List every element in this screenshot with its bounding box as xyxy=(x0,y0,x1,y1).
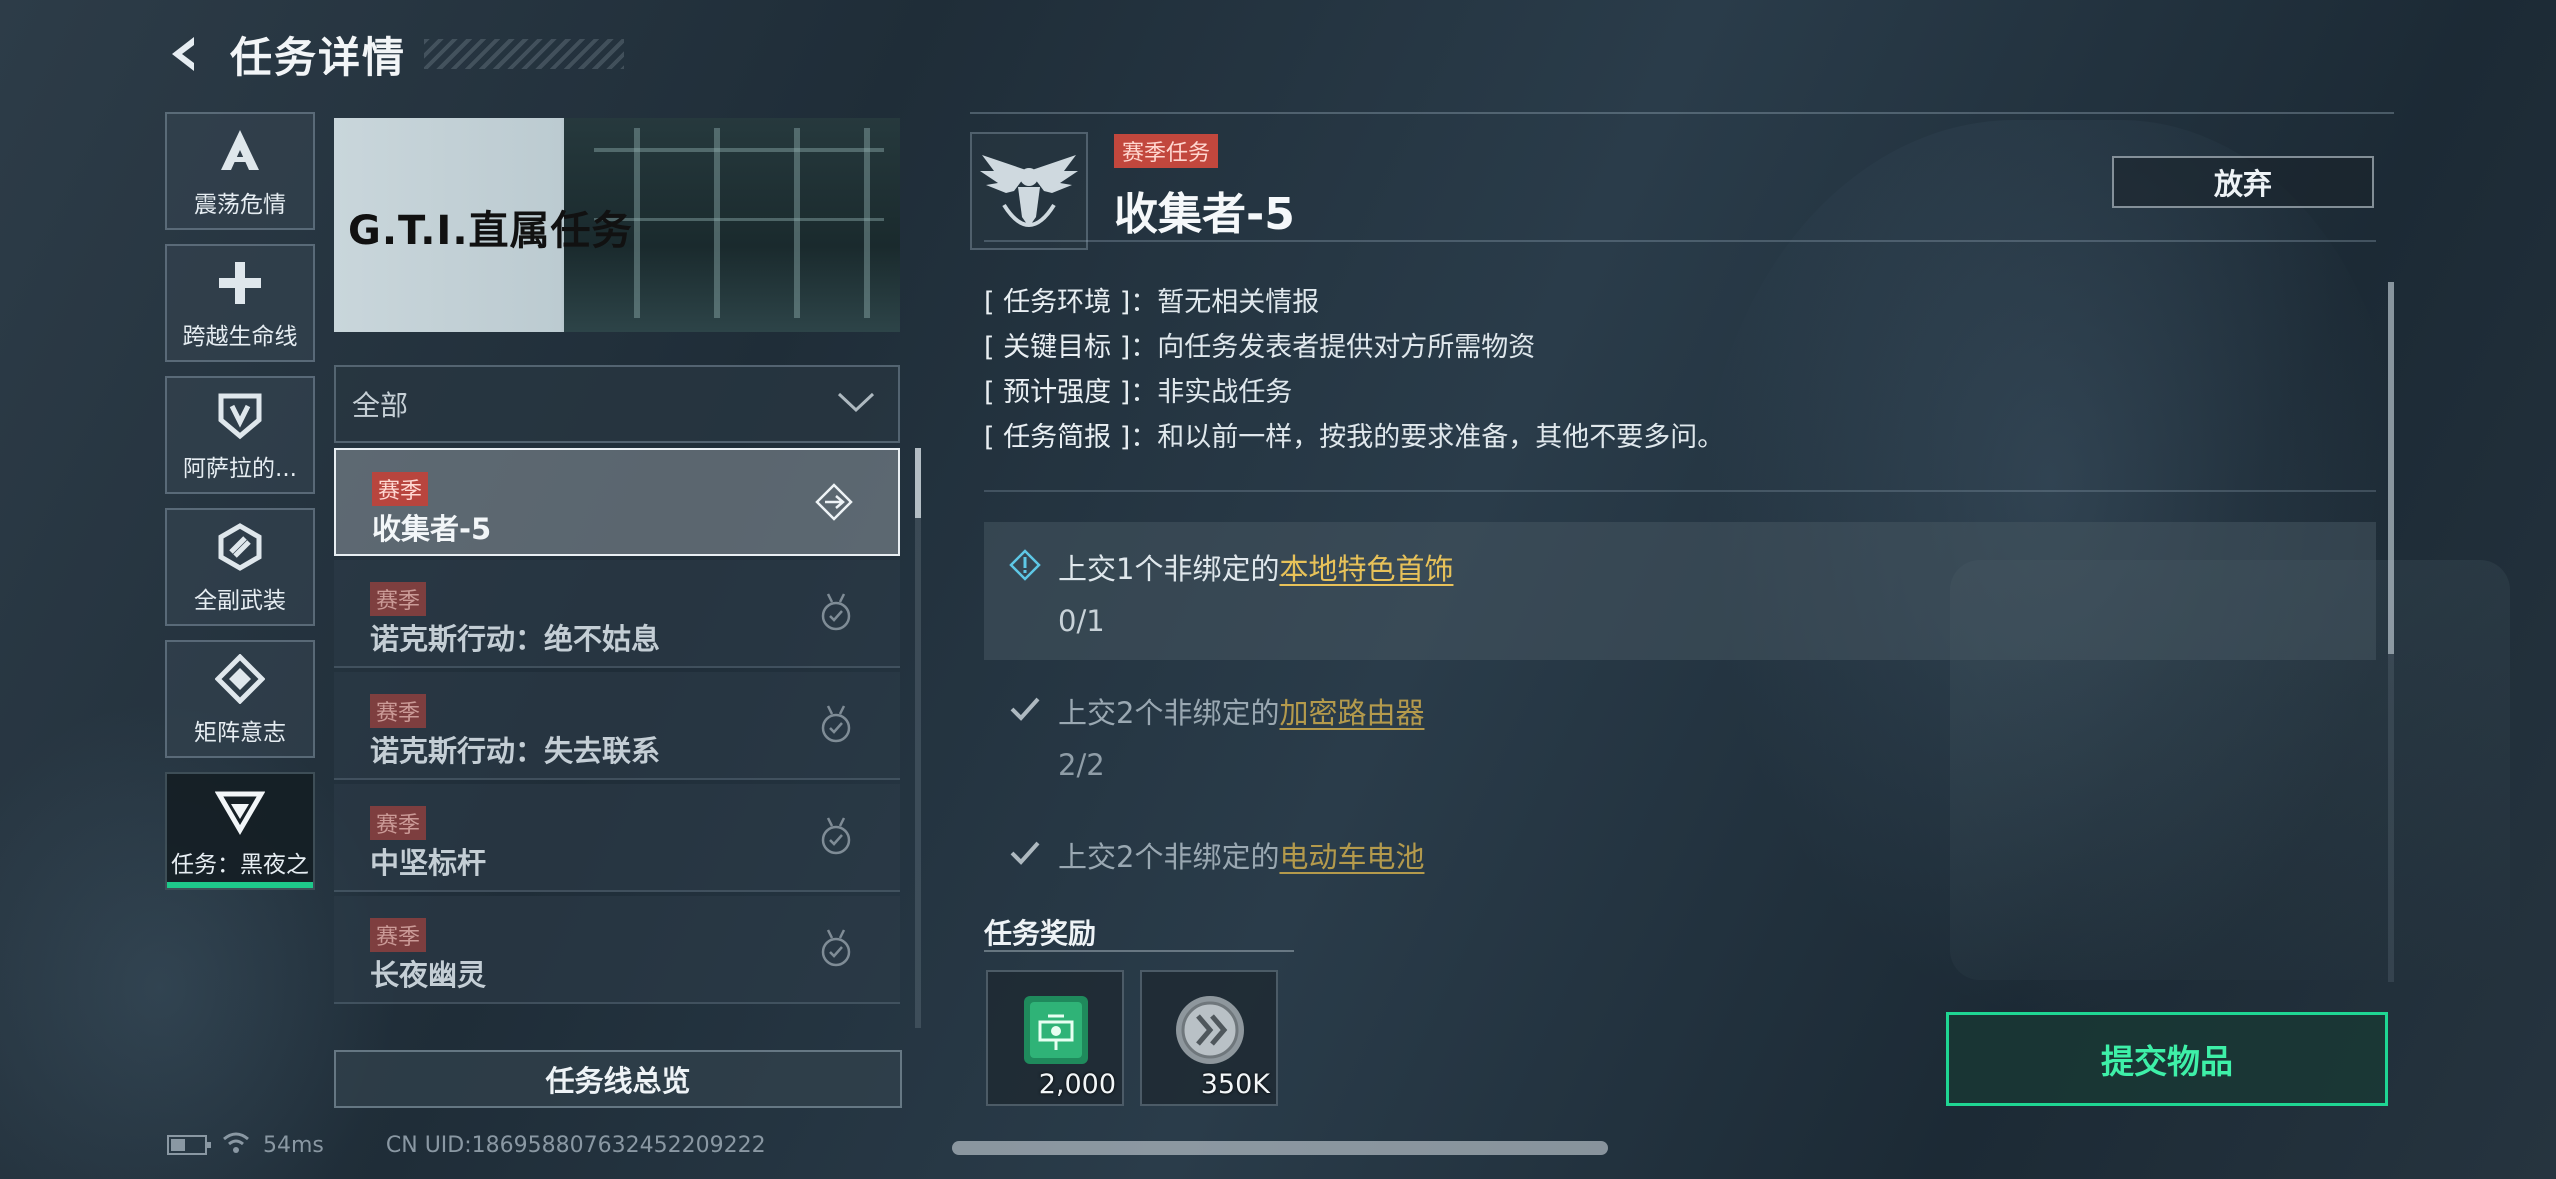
tracking-icon[interactable] xyxy=(812,480,856,524)
category-label: 矩阵意志 xyxy=(194,720,286,746)
abandon-button[interactable]: 放弃 xyxy=(2112,156,2374,208)
green-card-icon xyxy=(1018,992,1094,1068)
questline-banner: G.T.I.直属任务 xyxy=(334,118,900,332)
completed-medal-icon xyxy=(814,814,858,858)
mission-info: [ 任务环境 ]：暂无相关情报 [ 关键目标 ]：向任务发表者提供对方所需物资 … xyxy=(984,280,1724,460)
category-label: 全副武装 xyxy=(194,588,286,614)
info-row: [ 关键目标 ]：向任务发表者提供对方所需物资 xyxy=(984,332,1536,363)
eagle-emblem-icon xyxy=(970,132,1088,250)
checkmark-icon xyxy=(1008,692,1042,726)
chevron-down-icon xyxy=(836,390,876,418)
item-link[interactable]: 本地特色首饰 xyxy=(1279,552,1453,586)
category-label: 跨越生命线 xyxy=(182,324,298,350)
completed-medal-icon xyxy=(814,702,858,746)
item-link[interactable]: 电动车电池 xyxy=(1279,840,1424,874)
submit-items-button[interactable]: 提交物品 xyxy=(1946,1012,2388,1106)
objective-text: 上交2个非绑定的加密路由器 xyxy=(1058,696,1425,730)
category-item[interactable]: 全副武装 xyxy=(165,508,315,626)
completed-medal-icon xyxy=(814,590,858,634)
hex-icon xyxy=(212,519,268,575)
title-decoration xyxy=(424,39,625,69)
reward-count: 2,000 xyxy=(1038,1069,1116,1100)
category-label: 阿萨拉的... xyxy=(183,456,297,482)
back-arrow-icon[interactable] xyxy=(160,29,210,79)
category-sidebar: 震荡危情 跨越生命线 阿萨拉的... 全副武装 矩阵意志 任务：黑夜之 xyxy=(165,112,315,904)
quest-name: 诺克斯行动：失去联系 xyxy=(370,734,661,768)
objectives-list[interactable]: 上交1个非绑定的本地特色首饰 0/1 上交2个非绑定的加密路由器 2/2 上交2… xyxy=(984,522,2376,880)
category-label: 任务：黑夜之 xyxy=(171,852,309,878)
questline-overview-button[interactable]: 任务线总览 xyxy=(334,1050,902,1108)
season-tag: 赛季 xyxy=(372,472,429,506)
ping-value: 54ms xyxy=(263,1132,324,1158)
matrix-icon xyxy=(212,651,268,707)
objective-item: 上交1个非绑定的本地特色首饰 0/1 xyxy=(984,522,2376,660)
quest-name: 诺克斯行动：绝不姑息 xyxy=(370,622,661,656)
info-row: [ 预计强度 ]：非实战任务 xyxy=(984,377,1293,408)
silver-coin-icon xyxy=(1172,992,1248,1068)
season-tag: 赛季 xyxy=(370,694,427,728)
quest-name: 收集者-5 xyxy=(372,512,492,546)
cross-icon xyxy=(212,255,268,311)
season-tag: 赛季 xyxy=(370,582,427,616)
shield-v-icon xyxy=(212,387,268,443)
category-item[interactable]: 震荡危情 xyxy=(165,112,315,230)
season-tag: 赛季 xyxy=(370,918,427,952)
status-bar: 54ms CN UID:186958807632452209222 xyxy=(167,1128,766,1162)
category-item[interactable]: 阿萨拉的... xyxy=(165,376,315,494)
info-row: [ 任务环境 ]：暂无相关情报 xyxy=(984,287,1320,318)
info-row: [ 任务简报 ]：和以前一样，按我的要求准备，其他不要多问。 xyxy=(984,422,1725,453)
quest-item-selected[interactable]: 赛季 收集者-5 xyxy=(334,448,900,556)
quest-item[interactable]: 赛季 诺克斯行动：失去联系 xyxy=(334,672,900,780)
page-header: 任务详情 xyxy=(160,24,625,84)
quest-name: 中坚标杆 xyxy=(370,846,487,880)
battery-icon xyxy=(167,1135,211,1155)
checkmark-icon xyxy=(1008,836,1042,870)
quest-item[interactable]: 赛季 中坚标杆 xyxy=(334,784,900,892)
quest-list-scrollbar[interactable] xyxy=(915,448,921,1028)
category-item[interactable]: 跨越生命线 xyxy=(165,244,315,362)
scrollbar-thumb[interactable] xyxy=(915,448,921,518)
item-link[interactable]: 加密路由器 xyxy=(1279,696,1424,730)
wifi-icon xyxy=(221,1130,251,1160)
objective-text: 上交2个非绑定的电动车电池 xyxy=(1058,840,1425,874)
objective-progress: 2/2 xyxy=(1058,748,1105,782)
reward-count: 350K xyxy=(1200,1069,1270,1100)
detail-scrollbar[interactable] xyxy=(2388,282,2394,982)
quest-item[interactable]: 赛季 诺克斯行动：绝不姑息 xyxy=(334,560,900,668)
season-mission-tag: 赛季任务 xyxy=(1114,134,1219,168)
quest-list[interactable]: 赛季 收集者-5 赛季 诺克斯行动：绝不姑息 赛季 诺克斯行动：失去联系 赛季 … xyxy=(334,448,902,1026)
quest-filter-dropdown[interactable]: 全部 xyxy=(334,365,900,443)
objective-text: 上交1个非绑定的本地特色首饰 xyxy=(1058,552,1454,586)
mission-name: 收集者-5 xyxy=(1114,189,1295,240)
scrollbar-thumb[interactable] xyxy=(2388,282,2394,654)
quest-item[interactable]: 赛季 长夜幽灵 xyxy=(334,896,900,1004)
reward-slot[interactable]: 2,000 xyxy=(986,970,1124,1106)
objective-progress: 0/1 xyxy=(1058,604,1105,638)
category-label: 震荡危情 xyxy=(194,192,286,218)
reward-slot[interactable]: 350K xyxy=(1140,970,1278,1106)
rewards-title: 任务奖励 xyxy=(984,917,1097,950)
objective-item: 上交2个非绑定的加密路由器 2/2 xyxy=(984,666,2376,804)
banner-title: G.T.I.直属任务 xyxy=(348,208,633,254)
quest-name: 长夜幽灵 xyxy=(370,958,487,992)
g-chevron-icon xyxy=(212,783,268,839)
alert-diamond-icon xyxy=(1008,548,1042,582)
completed-medal-icon xyxy=(814,926,858,970)
mission-detail-panel: 赛季任务 收集者-5 放弃 [ 任务环境 ]：暂无相关情报 [ 关键目标 ]：向… xyxy=(970,112,2400,1112)
category-item[interactable]: 矩阵意志 xyxy=(165,640,315,758)
page-title: 任务详情 xyxy=(230,32,407,82)
objective-item: 上交2个非绑定的电动车电池 xyxy=(984,810,2376,880)
filter-value: 全部 xyxy=(352,389,409,422)
home-indicator[interactable] xyxy=(952,1141,1608,1155)
user-uid: CN UID:186958807632452209222 xyxy=(385,1132,766,1158)
category-item-active[interactable]: 任务：黑夜之 xyxy=(165,772,315,890)
a-wing-icon xyxy=(212,123,268,179)
season-tag: 赛季 xyxy=(370,806,427,840)
